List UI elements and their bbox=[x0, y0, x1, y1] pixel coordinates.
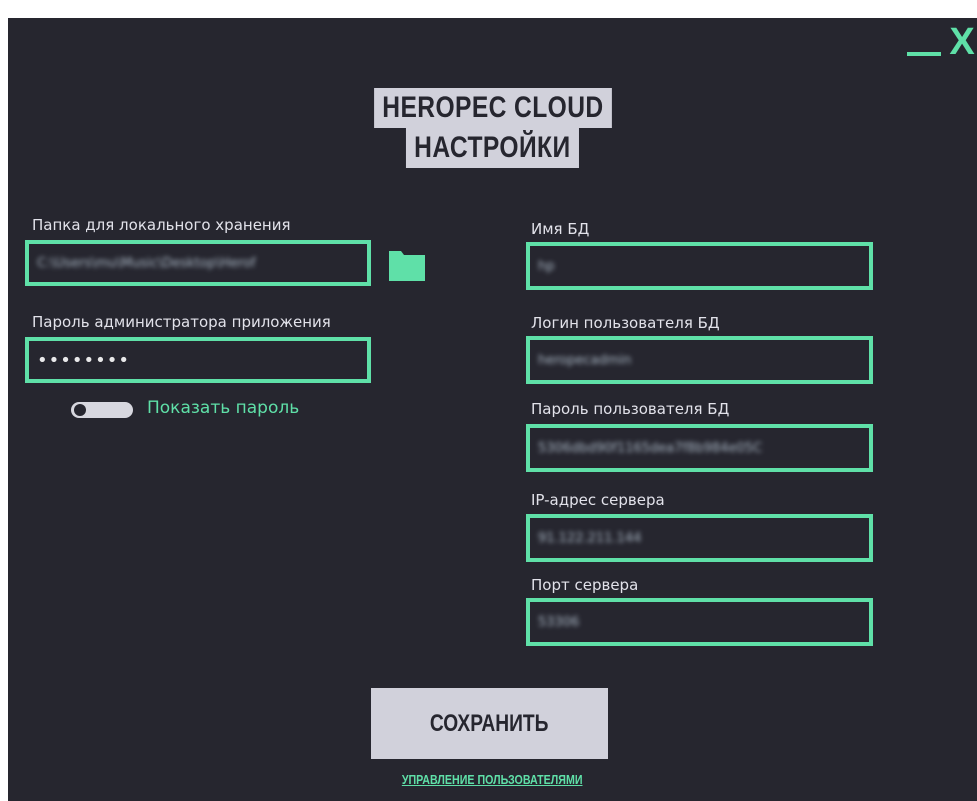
server-ip-input[interactable]: 91.122.211.144 bbox=[526, 514, 873, 562]
storage-folder-value: C:\Users\mu\Music\Desktop\Herof bbox=[37, 255, 256, 271]
title-line-app: HEROPEC CLOUD bbox=[373, 88, 612, 128]
db-password-value: 5306dbd90f1165dea7f8b984e05C bbox=[538, 440, 763, 456]
show-password-toggle[interactable] bbox=[71, 402, 133, 418]
minimize-icon bbox=[907, 52, 941, 56]
page-title: HEROPEC CLOUD НАСТРОЙКИ bbox=[8, 88, 977, 168]
save-button-label: СОХРАНИТЬ bbox=[430, 709, 549, 737]
db-name-label: Имя БД bbox=[531, 220, 590, 238]
db-login-value: heropecadmin bbox=[538, 352, 632, 368]
manage-users-link-wrap: УПРАВЛЕНИЕ ПОЛЬЗОВАТЕЛЯМИ bbox=[8, 769, 977, 788]
db-password-input[interactable]: 5306dbd90f1165dea7f8b984e05C bbox=[526, 424, 873, 472]
db-name-input[interactable]: hp bbox=[526, 242, 873, 290]
admin-password-input[interactable]: •••••••• bbox=[25, 337, 371, 383]
minimize-button[interactable] bbox=[907, 30, 941, 60]
server-ip-label: IP-адрес сервера bbox=[531, 491, 665, 509]
close-button[interactable]: X bbox=[947, 23, 977, 61]
settings-window: X HEROPEC CLOUD НАСТРОЙКИ Папка для лока… bbox=[8, 18, 977, 801]
server-ip-value: 91.122.211.144 bbox=[538, 530, 642, 546]
show-password-label[interactable]: Показать пароль bbox=[147, 398, 299, 418]
toggle-knob bbox=[74, 404, 86, 416]
storage-folder-label: Папка для локального хранения bbox=[32, 216, 291, 234]
folder-icon[interactable] bbox=[389, 247, 425, 281]
db-login-input[interactable]: heropecadmin bbox=[526, 336, 873, 384]
title-line-settings: НАСТРОЙКИ bbox=[406, 128, 579, 168]
db-name-value: hp bbox=[538, 258, 555, 274]
server-port-label: Порт сервера bbox=[531, 576, 639, 594]
db-login-label: Логин пользователя БД bbox=[531, 314, 720, 332]
storage-folder-input[interactable]: C:\Users\mu\Music\Desktop\Herof bbox=[25, 240, 371, 286]
server-port-value: 53306 bbox=[538, 614, 580, 630]
admin-password-value: •••••••• bbox=[37, 349, 130, 371]
admin-password-label: Пароль администратора приложения bbox=[32, 313, 331, 331]
server-port-input[interactable]: 53306 bbox=[526, 598, 873, 646]
manage-users-link[interactable]: УПРАВЛЕНИЕ ПОЛЬЗОВАТЕЛЯМИ bbox=[402, 772, 583, 787]
window-controls: X bbox=[907, 20, 977, 61]
db-password-label: Пароль пользователя БД bbox=[531, 400, 730, 418]
save-button[interactable]: СОХРАНИТЬ bbox=[371, 688, 608, 759]
